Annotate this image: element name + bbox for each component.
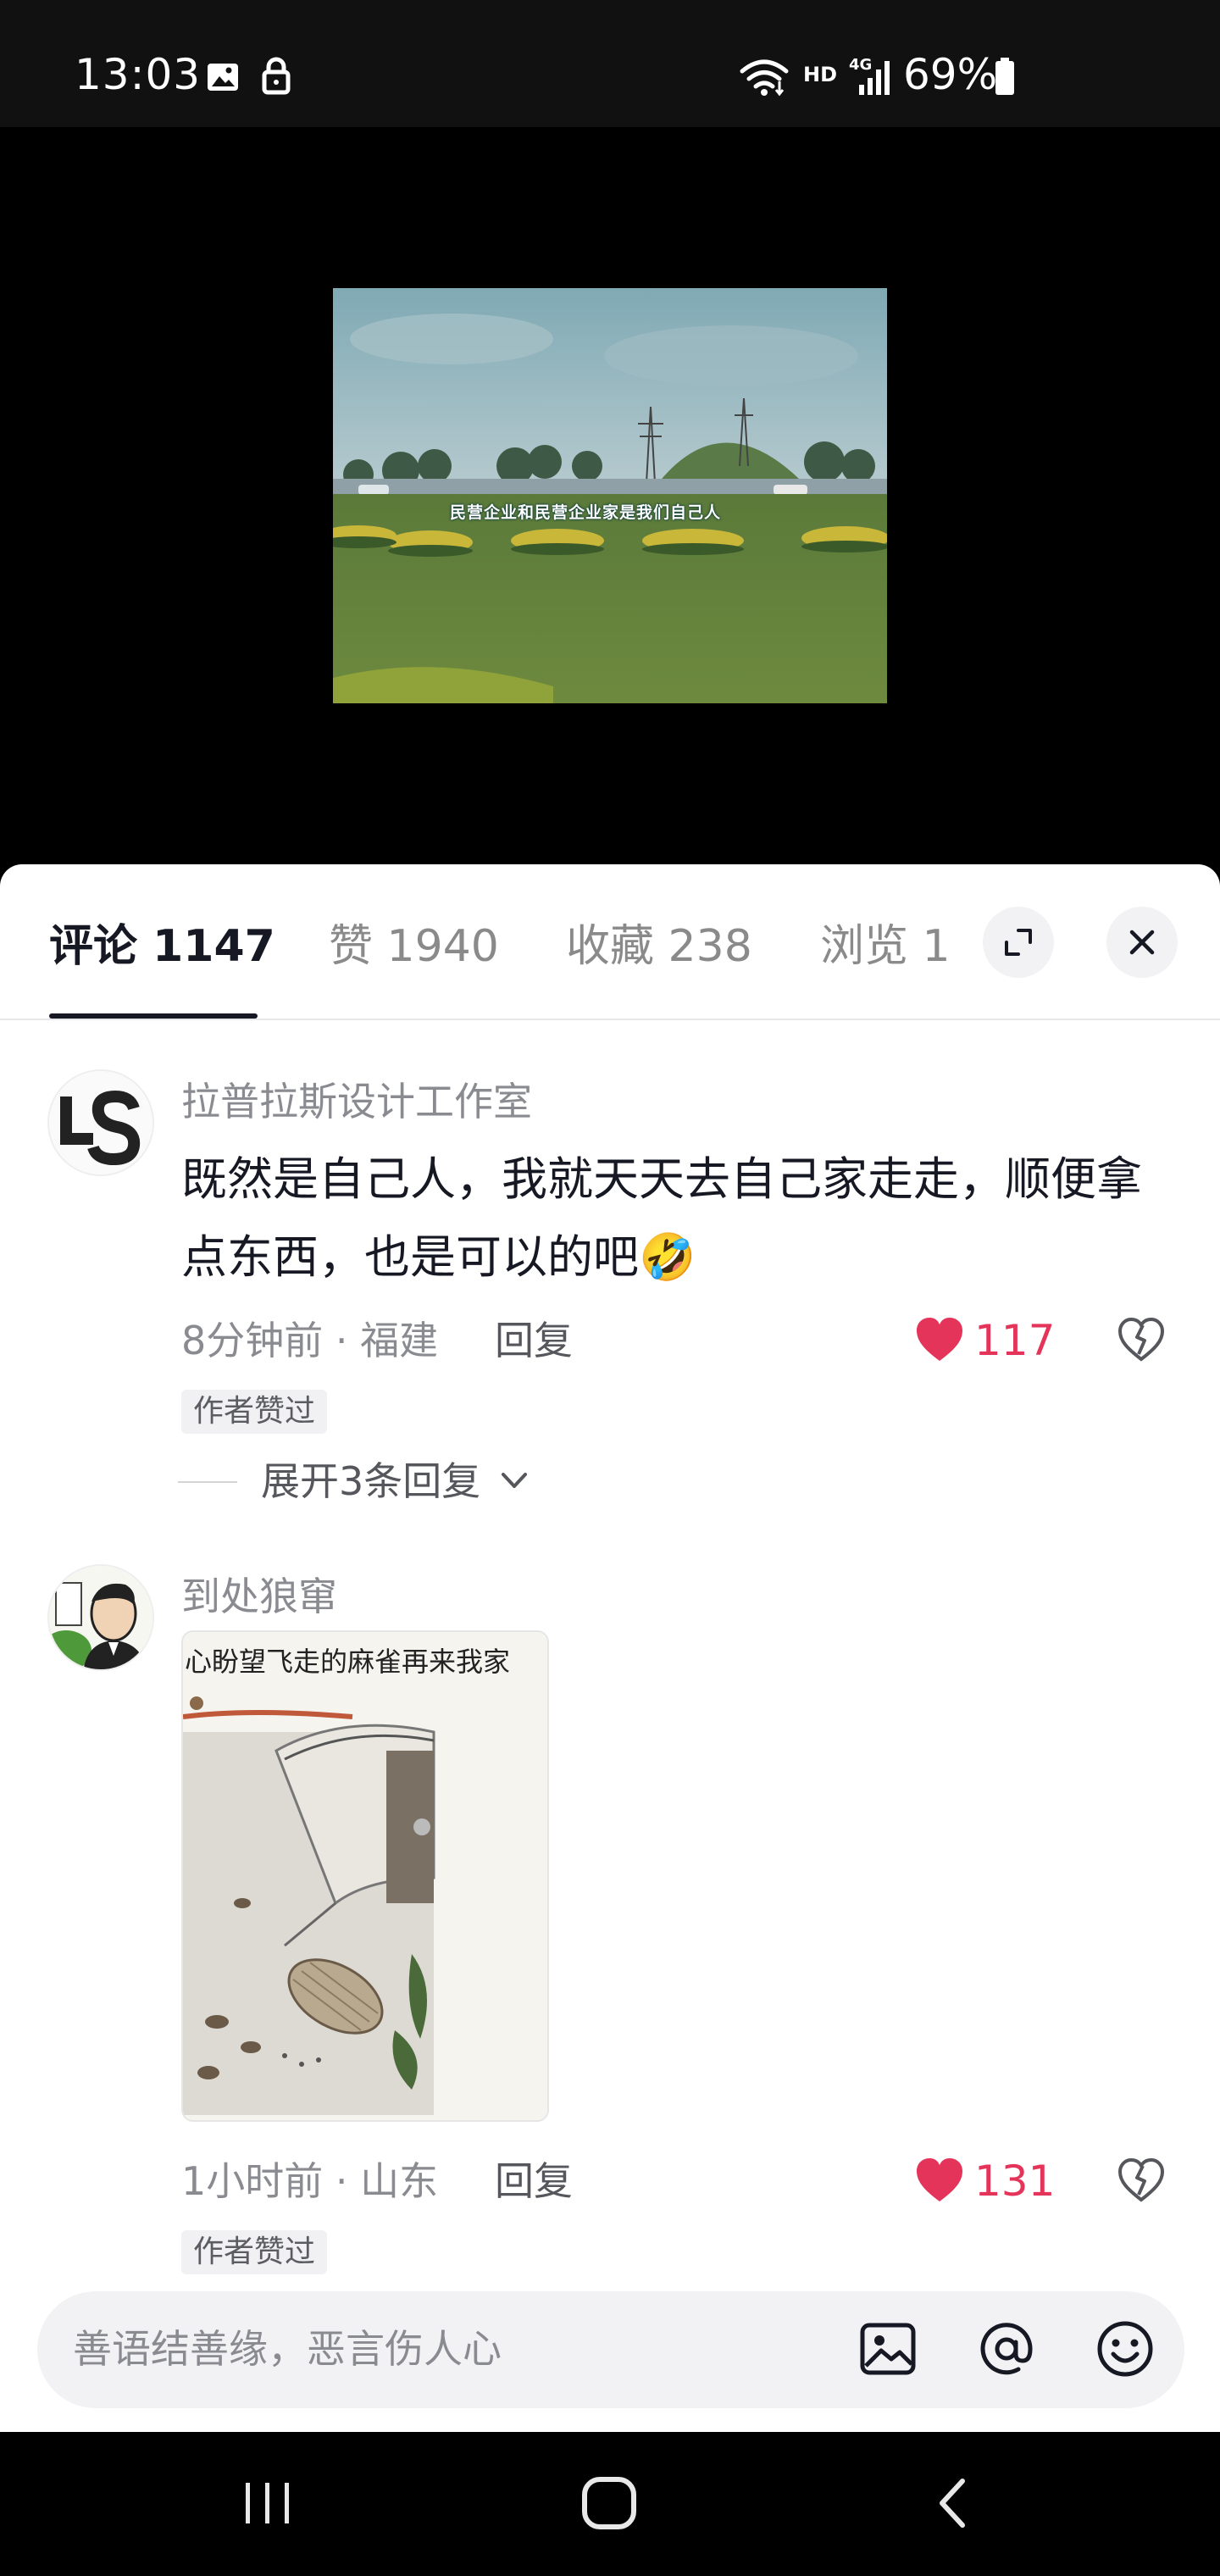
comment-input-placeholder[interactable]: 善语结善缘，恶言伤人心 xyxy=(73,2323,502,2374)
comments-sheet: 评论 1147 赞 1940 收藏 238 浏览 1 拉普拉斯设计工作室 既然是… xyxy=(0,864,1220,2432)
system-nav-bar xyxy=(0,2432,1220,2576)
author-liked-badge: 作者赞过 xyxy=(181,2230,328,2274)
tab-favorites[interactable]: 收藏 238 xyxy=(566,917,752,976)
at-icon[interactable] xyxy=(974,2317,1039,2381)
image-icon[interactable] xyxy=(856,2317,920,2381)
heart-icon[interactable] xyxy=(915,1317,964,1363)
status-bar: 13:03 HD 4G 69% xyxy=(0,0,1220,127)
dislike-icon[interactable] xyxy=(1117,2157,1166,2203)
heart-icon[interactable] xyxy=(915,2157,964,2203)
comment-item: 到处狼窜 心盼望飞走的麻雀再来我家 1小时前 · 山东 回复 131 作者赞过 xyxy=(0,1547,1220,2310)
avatar-logo xyxy=(49,1071,152,1174)
chevron-down-icon[interactable] xyxy=(500,1469,529,1493)
tab-bar: 评论 1147 赞 1940 收藏 238 浏览 1 xyxy=(0,864,1220,1020)
reply-button[interactable]: 回复 xyxy=(495,1315,573,1366)
avatar[interactable] xyxy=(47,1564,154,1671)
recent-apps-icon[interactable] xyxy=(237,2473,298,2534)
tab-views[interactable]: 浏览 1 xyxy=(820,917,951,976)
like-count[interactable]: 131 xyxy=(974,2156,1055,2207)
comment-text[interactable]: 既然是自己人，我就天天去自己家走走，顺便拿点东西，也是可以的吧🤣 xyxy=(181,1141,1173,1296)
expand-divider xyxy=(178,1481,237,1483)
comment-time-location: 8分钟前 · 福建 xyxy=(181,1318,439,1363)
battery-percent: 69% xyxy=(903,50,998,99)
expand-replies-button[interactable]: 展开3条回复 xyxy=(261,1456,480,1507)
signal-icon xyxy=(859,61,890,95)
sparrow-illustration xyxy=(183,1632,547,2120)
emoji-icon[interactable] xyxy=(1093,2317,1157,2381)
close-button[interactable] xyxy=(1106,907,1178,978)
comment-username[interactable]: 拉普拉斯设计工作室 xyxy=(181,1076,532,1127)
avatar[interactable] xyxy=(47,1069,154,1176)
comment-time-location: 1小时前 · 山东 xyxy=(181,2158,439,2204)
active-tab-indicator xyxy=(49,1013,258,1019)
video-frame[interactable]: 民营企业和民营企业家是我们自己人 xyxy=(333,288,887,703)
author-liked-badge: 作者赞过 xyxy=(181,1390,328,1434)
comment-username[interactable]: 到处狼窜 xyxy=(181,1571,337,1622)
comment-item: 拉普拉斯设计工作室 既然是自己人，我就天天去自己家走走，顺便拿点东西，也是可以的… xyxy=(0,1052,1220,1504)
video-scene-image xyxy=(333,288,887,703)
back-icon[interactable] xyxy=(923,2473,984,2534)
video-player[interactable]: 民营企业和民营企业家是我们自己人 xyxy=(0,127,1220,864)
reply-button[interactable]: 回复 xyxy=(495,2156,573,2207)
wifi-icon xyxy=(740,59,789,97)
dislike-icon[interactable] xyxy=(1117,1317,1166,1363)
comment-input[interactable]: 善语结善缘，恶言伤人心 xyxy=(37,2291,1184,2408)
tab-likes[interactable]: 赞 1940 xyxy=(329,917,499,976)
status-time: 13:03 xyxy=(75,50,202,99)
video-caption: 民营企业和民营企业家是我们自己人 xyxy=(450,503,722,522)
expand-button[interactable] xyxy=(983,907,1054,978)
expand-icon xyxy=(1005,929,1032,956)
home-icon[interactable] xyxy=(578,2473,642,2534)
gallery-icon xyxy=(208,64,238,91)
comment-image[interactable]: 心盼望飞走的麻雀再来我家 xyxy=(181,1630,549,2122)
screen: 13:03 HD 4G 69% 民营企业和民营企业家是我们自己人 评论 1147… xyxy=(0,0,1220,2576)
image-caption: 心盼望飞走的麻雀再来我家 xyxy=(185,1646,511,1678)
close-icon xyxy=(1129,930,1155,955)
avatar-cartoon xyxy=(49,1566,152,1669)
like-count[interactable]: 117 xyxy=(974,1315,1055,1366)
network-hd-label: HD xyxy=(803,63,838,86)
battery-icon xyxy=(995,58,1014,95)
tab-comments[interactable]: 评论 1147 xyxy=(49,917,275,976)
lock-icon xyxy=(262,57,291,95)
